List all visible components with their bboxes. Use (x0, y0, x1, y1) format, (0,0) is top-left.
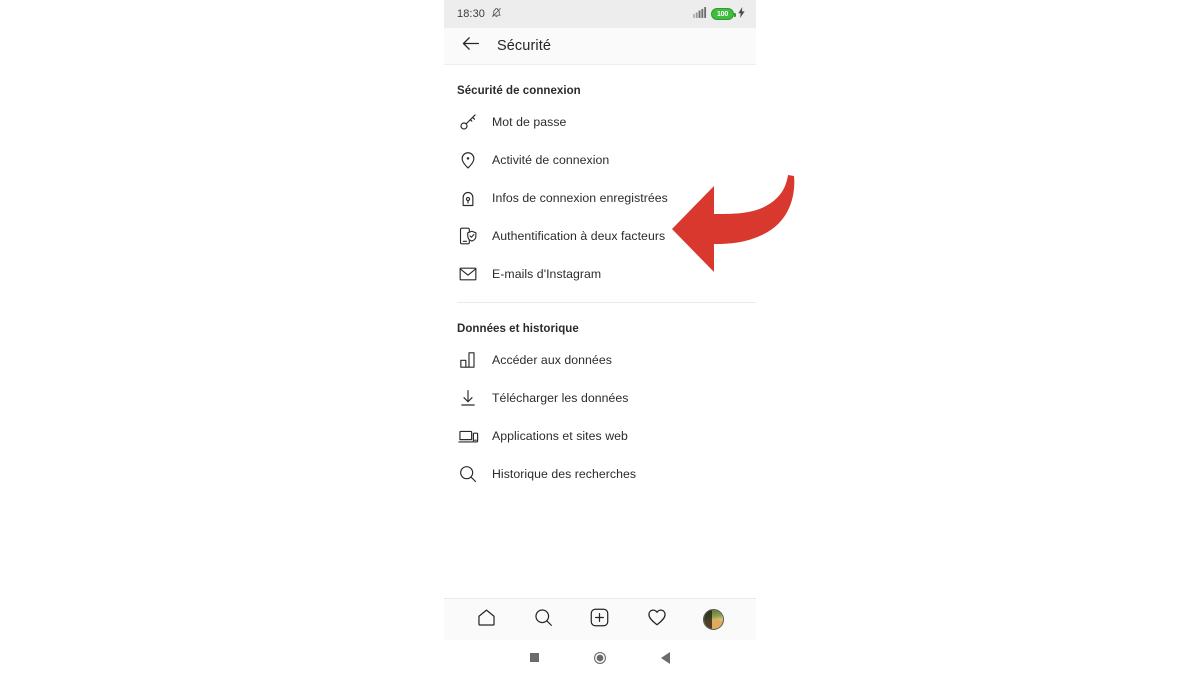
status-bar-clock: 18:30 (457, 8, 486, 20)
heart-icon (646, 606, 668, 633)
avatar-icon (703, 609, 725, 630)
nav-search-button[interactable] (526, 603, 560, 637)
settings-row-instagram-emails[interactable]: E-mails d'Instagram (444, 255, 756, 293)
page-title: Sécurité (497, 38, 551, 54)
bottom-navigation-bar (444, 598, 756, 640)
nav-home-button[interactable] (469, 603, 503, 637)
settings-row-password[interactable]: Mot de passe (444, 103, 756, 141)
battery-level-label: 100 (716, 10, 729, 18)
avatar-shadow (704, 610, 713, 629)
status-bar-right: 100 (693, 5, 745, 23)
lightning-bolt-icon (738, 5, 745, 23)
bell-slash-icon (491, 5, 502, 23)
phone-screen: 18:30 100 Sécurité Sécurité de connexion… (444, 0, 756, 675)
settings-row-label: Activité de connexion (492, 153, 610, 167)
settings-row-apps-websites[interactable]: Applications et sites web (444, 417, 756, 455)
laptop-phone-icon (457, 425, 479, 447)
signal-bars-icon (693, 5, 707, 23)
settings-row-label: Infos de connexion enregistrées (492, 191, 668, 205)
settings-row-label: Télécharger les données (492, 391, 629, 405)
nav-profile-button[interactable] (697, 603, 731, 637)
search-icon (533, 607, 554, 633)
settings-row-label: Applications et sites web (492, 429, 628, 443)
android-system-navigation (444, 640, 756, 675)
app-header: Sécurité (444, 28, 756, 65)
system-back-button[interactable] (652, 645, 678, 671)
plus-square-icon (589, 607, 610, 633)
square-icon (530, 653, 540, 662)
settings-row-search-history[interactable]: Historique des recherches (444, 455, 756, 493)
settings-row-download-data[interactable]: Télécharger les données (444, 379, 756, 417)
triangle-left-icon (660, 651, 670, 664)
system-home-button[interactable] (587, 645, 613, 671)
circle-icon (593, 651, 606, 664)
settings-row-label: Mot de passe (492, 115, 567, 129)
settings-row-access-data[interactable]: Accéder aux données (444, 341, 756, 379)
bar-chart-icon (457, 349, 479, 371)
settings-row-login-activity[interactable]: Activité de connexion (444, 141, 756, 179)
lock-icon (457, 187, 479, 209)
status-bar-left: 18:30 (457, 5, 502, 23)
settings-row-label: Authentification à deux facteurs (492, 229, 666, 243)
screenshot-root: 18:30 100 Sécurité Sécurité de connexion… (0, 0, 1200, 675)
phone-shield-icon (457, 225, 479, 247)
key-icon (457, 111, 479, 133)
section-title-login-security: Sécurité de connexion (457, 85, 581, 97)
location-pin-icon (457, 149, 479, 171)
back-button[interactable] (457, 33, 483, 59)
settings-row-saved-login-info[interactable]: Infos de connexion enregistrées (444, 179, 756, 217)
arrow-left-icon (460, 33, 481, 59)
settings-row-label: Historique des recherches (492, 467, 637, 481)
battery-icon: 100 (711, 8, 736, 20)
settings-row-label: Accéder aux données (492, 353, 612, 367)
search-icon (457, 463, 479, 485)
nav-activity-button[interactable] (640, 603, 674, 637)
nav-create-button[interactable] (583, 603, 617, 637)
settings-list: Sécurité de connexion Mot de passe Activ… (444, 65, 756, 585)
envelope-icon (457, 263, 479, 285)
section-title-data-history: Données et historique (457, 323, 579, 335)
system-recents-button[interactable] (522, 645, 548, 671)
download-icon (457, 387, 479, 409)
status-bar: 18:30 100 (444, 0, 756, 28)
home-icon (476, 607, 497, 633)
settings-row-two-factor-auth[interactable]: Authentification à deux facteurs (444, 217, 756, 255)
settings-row-label: E-mails d'Instagram (492, 267, 602, 281)
